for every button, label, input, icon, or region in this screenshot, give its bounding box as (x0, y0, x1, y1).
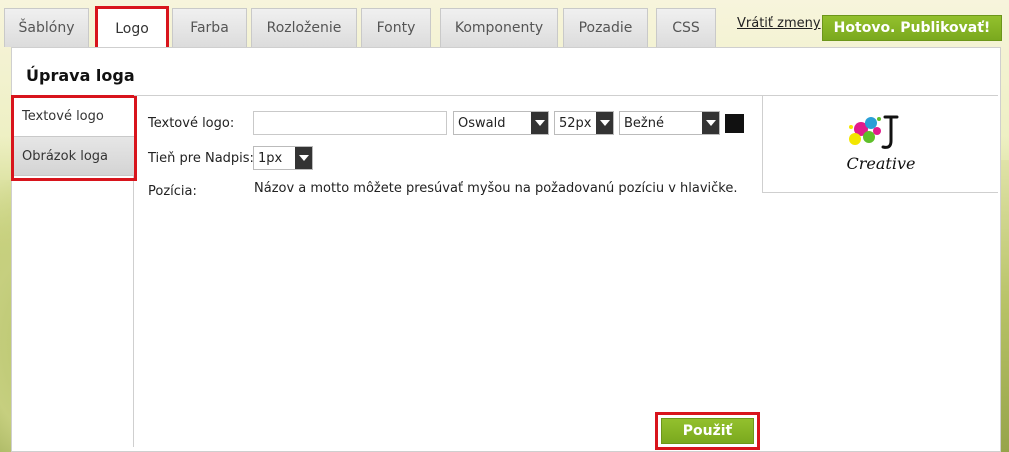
logo-preview: Creative (762, 95, 998, 193)
tab-pozadie[interactable]: Pozadie (563, 8, 648, 47)
tab-rozlozenie[interactable]: Rozloženie (251, 8, 357, 47)
shadow-select[interactable]: 1px (253, 146, 313, 170)
chevron-down-icon (531, 112, 548, 134)
logo-form: Textové logo: Oswald 52px Bežné Tieň pre… (134, 95, 762, 450)
position-label: Pozícia: (148, 184, 197, 199)
size-select-value: 52px (559, 115, 592, 131)
tab-logo[interactable]: Logo (95, 6, 169, 50)
position-hint: Názov a motto môžete presúvať myšou na p… (254, 181, 738, 196)
shadow-select-value: 1px (258, 150, 283, 166)
style-select[interactable]: Bežné (619, 111, 720, 135)
logo-sub-tabs: Textové logo Obrázok loga (12, 95, 134, 447)
shadow-label: Tieň pre Nadpis: (148, 151, 254, 166)
chevron-down-icon (596, 112, 613, 134)
tab-fonty[interactable]: Fonty (361, 8, 431, 47)
sub-tab-text-logo[interactable]: Textové logo (12, 96, 134, 136)
chevron-down-icon (295, 147, 312, 169)
tab-farba[interactable]: Farba (172, 8, 247, 47)
publish-button[interactable]: Hotovo. Publikovať! (822, 15, 1002, 41)
panel-title: Úprava loga (26, 66, 135, 85)
tab-komponenty[interactable]: Komponenty (440, 8, 558, 47)
font-select[interactable]: Oswald (453, 111, 549, 135)
chevron-down-icon (702, 112, 719, 134)
tab-sablony[interactable]: Šablóny (4, 8, 89, 47)
style-select-value: Bežné (624, 115, 664, 131)
apply-button[interactable]: Použiť (661, 418, 754, 444)
font-select-value: Oswald (458, 115, 506, 131)
text-logo-input[interactable] (253, 111, 447, 135)
logo-edit-panel: Úprava loga Textové logo Obrázok loga Te… (11, 47, 1001, 452)
logo-preview-text: Creative (846, 154, 915, 173)
size-select[interactable]: 52px (554, 111, 614, 135)
sub-tab-image-logo[interactable]: Obrázok loga (12, 136, 134, 176)
tab-css[interactable]: CSS (656, 8, 716, 47)
color-swatch[interactable] (725, 114, 744, 133)
text-logo-label: Textové logo: (148, 116, 235, 131)
creative-logo-icon: Creative (846, 115, 915, 173)
revert-changes-link[interactable]: Vrátiť zmeny (737, 16, 821, 31)
